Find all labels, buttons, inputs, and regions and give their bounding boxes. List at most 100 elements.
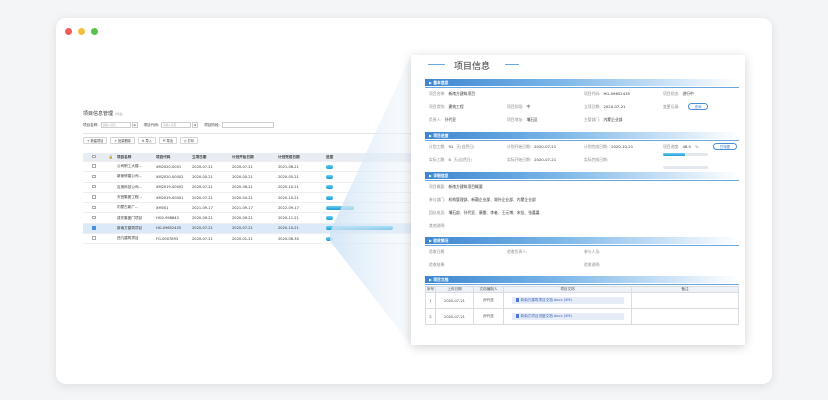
project-code-input[interactable]: 请输入项目 (161, 122, 192, 128)
field-progress-pct: 项目进度: 48.0% (663, 144, 699, 149)
row-project-name[interactable]: 公司职工大楼... (117, 164, 156, 169)
table-row[interactable]: 应用科技公司... XM2019-00002 2020-07-21 2020-06-2… (83, 183, 413, 193)
row-checkbox[interactable] (83, 174, 105, 180)
plan-progress-fill (663, 153, 685, 156)
gantt-chart-button[interactable]: 甘特图 (713, 143, 737, 150)
row-checkbox[interactable] (83, 164, 105, 169)
row-checkbox[interactable] (83, 215, 105, 221)
table-row[interactable]: 西凡建筑项目 FG-0007893 2020-07-21 2020-01-21 2020… (83, 234, 413, 245)
row-project-name[interactable]: 天宫集团工程... (117, 195, 156, 200)
query-change-button[interactable]: 查询 (688, 103, 708, 110)
doc-file-link[interactable]: 新南方建筑项目文档.docx (5M) (511, 297, 624, 304)
col-plan-start[interactable]: 计划开始日期 (232, 155, 278, 160)
row-progress-bar (326, 195, 333, 200)
row-checkbox[interactable] (83, 226, 105, 231)
section-progress: ▶ 项目进度 (425, 132, 739, 140)
row-project-code: HG0-998843 (156, 216, 179, 221)
row-checkbox[interactable] (83, 184, 105, 190)
section-acceptance-label: 验收情况 (433, 238, 449, 243)
col-project-name[interactable]: 项目名称 (117, 155, 156, 160)
section-documents-label: 项目文档 (433, 277, 449, 282)
row-project-name[interactable]: 应用科技公司... (117, 185, 156, 190)
row-checkbox[interactable] (83, 236, 105, 241)
project-stage-select[interactable] (221, 122, 274, 128)
table-row: 1 2020-07-21 孙代亚 新南方建筑项目文档.docx (5M) (425, 292, 739, 309)
row-project-name[interactable]: 成东集团门项目 (117, 216, 156, 221)
project-name-input[interactable]: 请输入项目 (100, 122, 131, 128)
col-project-code[interactable]: 项目代码 (156, 155, 192, 160)
field-plan-start: 计划开始日期: 2020-07-21 (507, 144, 557, 149)
row-project-code: XM2019-00001 (156, 195, 184, 200)
row-progress (326, 236, 413, 241)
col-no: 序号 (425, 286, 436, 293)
table-row[interactable]: 内蒙古新厂... XM001 2021-09-17 2021-09-17 2022-09… (83, 203, 413, 214)
field-accept-date: 验收日期: (429, 249, 446, 254)
section-documents: ▶ 项目文档 (425, 276, 739, 284)
row-checkbox[interactable] (83, 205, 105, 211)
col-plan-end[interactable]: 计划完成日期 (278, 155, 326, 160)
row-project-name[interactable]: 内蒙古新厂... (117, 205, 156, 210)
detail-header: 项目信息 (411, 55, 745, 74)
select-all-checkbox[interactable] (83, 154, 105, 160)
row-project-code: XM2019-00002 (156, 185, 184, 190)
doc-author: 孙代亚 (473, 292, 504, 309)
table-row[interactable]: 成东集团门项目 HG0-998843 2020-09-21 2020-09-21 202… (83, 213, 413, 224)
new-project-button[interactable]: + 新建项目 (83, 137, 108, 144)
export-button[interactable]: ⇱ 导出 (158, 137, 177, 144)
section-details: ▶ 详细信息 (425, 172, 739, 180)
field-actual-end: 实际完成日期: (584, 157, 609, 162)
project-code-search-button[interactable]: ⊕ (192, 122, 199, 128)
doc-date: 2020-07-21 (435, 292, 474, 309)
row-setup-date: 2020-07-21 (192, 226, 213, 231)
maximize-window-icon[interactable] (91, 28, 98, 35)
row-progress (326, 185, 413, 190)
doc-file-link[interactable]: 新南方项目进度文档.docx (5M) (511, 313, 624, 320)
col-setup-date[interactable]: 立项日期 (192, 155, 232, 160)
documents-table: 序号 上传日期 文档编制人 项目文档 备注 1 2020-07-21 孙代亚 新… (425, 286, 739, 325)
section-acceptance: ▶ 验收情况 (425, 237, 739, 245)
list-page-title: 项目信息管理 (列表) (83, 110, 123, 117)
field-actual-start: 实际开始日期: 2020-07-21 (507, 157, 557, 162)
row-progress (326, 226, 413, 231)
plan-progress-bar (663, 153, 708, 156)
filter-bar: 项目名称: 请输入项目 ⊕ 项目代码: 请输入项目 ⊕ 项目阶段: (83, 121, 413, 129)
table-row[interactable]: 公司职工大楼... XM2020-0001 2020-07-21 2020-07-21… (83, 162, 413, 173)
print-button[interactable]: ⎙ 打印 (180, 137, 198, 144)
row-setup-date: 2020-07-21 (192, 185, 213, 190)
field-accept-desc: 验收说明: (584, 262, 601, 267)
field-remarks: 其他说明: (429, 223, 446, 228)
filter-label: 项目阶段: (204, 122, 220, 127)
row-project-name[interactable]: 西凡建筑项目 (117, 236, 156, 241)
row-progress-bar (326, 226, 393, 231)
project-name-search-button[interactable]: ⊕ (131, 122, 138, 128)
field-change-record: 变更记录: (663, 104, 680, 109)
row-plan-end: 2020-05-21 (278, 174, 299, 179)
field-accept-result: 验收结果: (429, 262, 446, 267)
minimize-window-icon[interactable] (78, 28, 85, 35)
row-plan-start: 2020-09-21 (232, 216, 253, 221)
filter-label: 项目名称: (83, 122, 99, 127)
table-row[interactable]: 新家修建公司... XM2020-00002 2020-05-21 2020-05-2… (83, 172, 413, 183)
row-plan-start: 2020-07-21 (232, 164, 253, 169)
actual-progress-bar (663, 166, 708, 169)
doc-file-name: 新南方建筑项目文档.docx (5M) (520, 298, 572, 302)
row-setup-date: 2020-09-21 (192, 216, 213, 221)
table-row: 2 2020-07-21 孙代亚 新南方项目进度文档.docx (5M) (425, 308, 739, 325)
doc-note (631, 292, 739, 309)
row-checkbox[interactable] (83, 195, 105, 200)
row-project-code: HG-09652435 (156, 226, 182, 231)
close-window-icon[interactable] (65, 28, 72, 35)
row-project-name[interactable]: 新家修建公司... (117, 174, 156, 179)
lock-icon: 🔒 (108, 155, 114, 159)
table-row[interactable]: 天宫集团工程... XM2019-00001 2020-07-21 2020-04-2… (83, 193, 413, 204)
batch-delete-button[interactable]: + 批量删除 (110, 137, 135, 144)
row-plan-start: 2020-04-21 (232, 195, 253, 200)
doc-note (631, 308, 739, 325)
table-row[interactable]: 新南方建筑项目 HG-09652435 2020-07-21 2020-07-21 20… (83, 223, 413, 235)
filter-project-code: 项目代码: 请输入项目 ⊕ (144, 122, 199, 128)
row-plan-end: 2020-10-21 (278, 195, 299, 200)
row-project-name[interactable]: 新南方建筑项目 (117, 226, 156, 231)
import-button[interactable]: ⇅ 导入 (137, 137, 156, 144)
col-progress[interactable]: 进度 (326, 155, 413, 160)
row-project-code: XM2020-0001 (156, 164, 182, 169)
